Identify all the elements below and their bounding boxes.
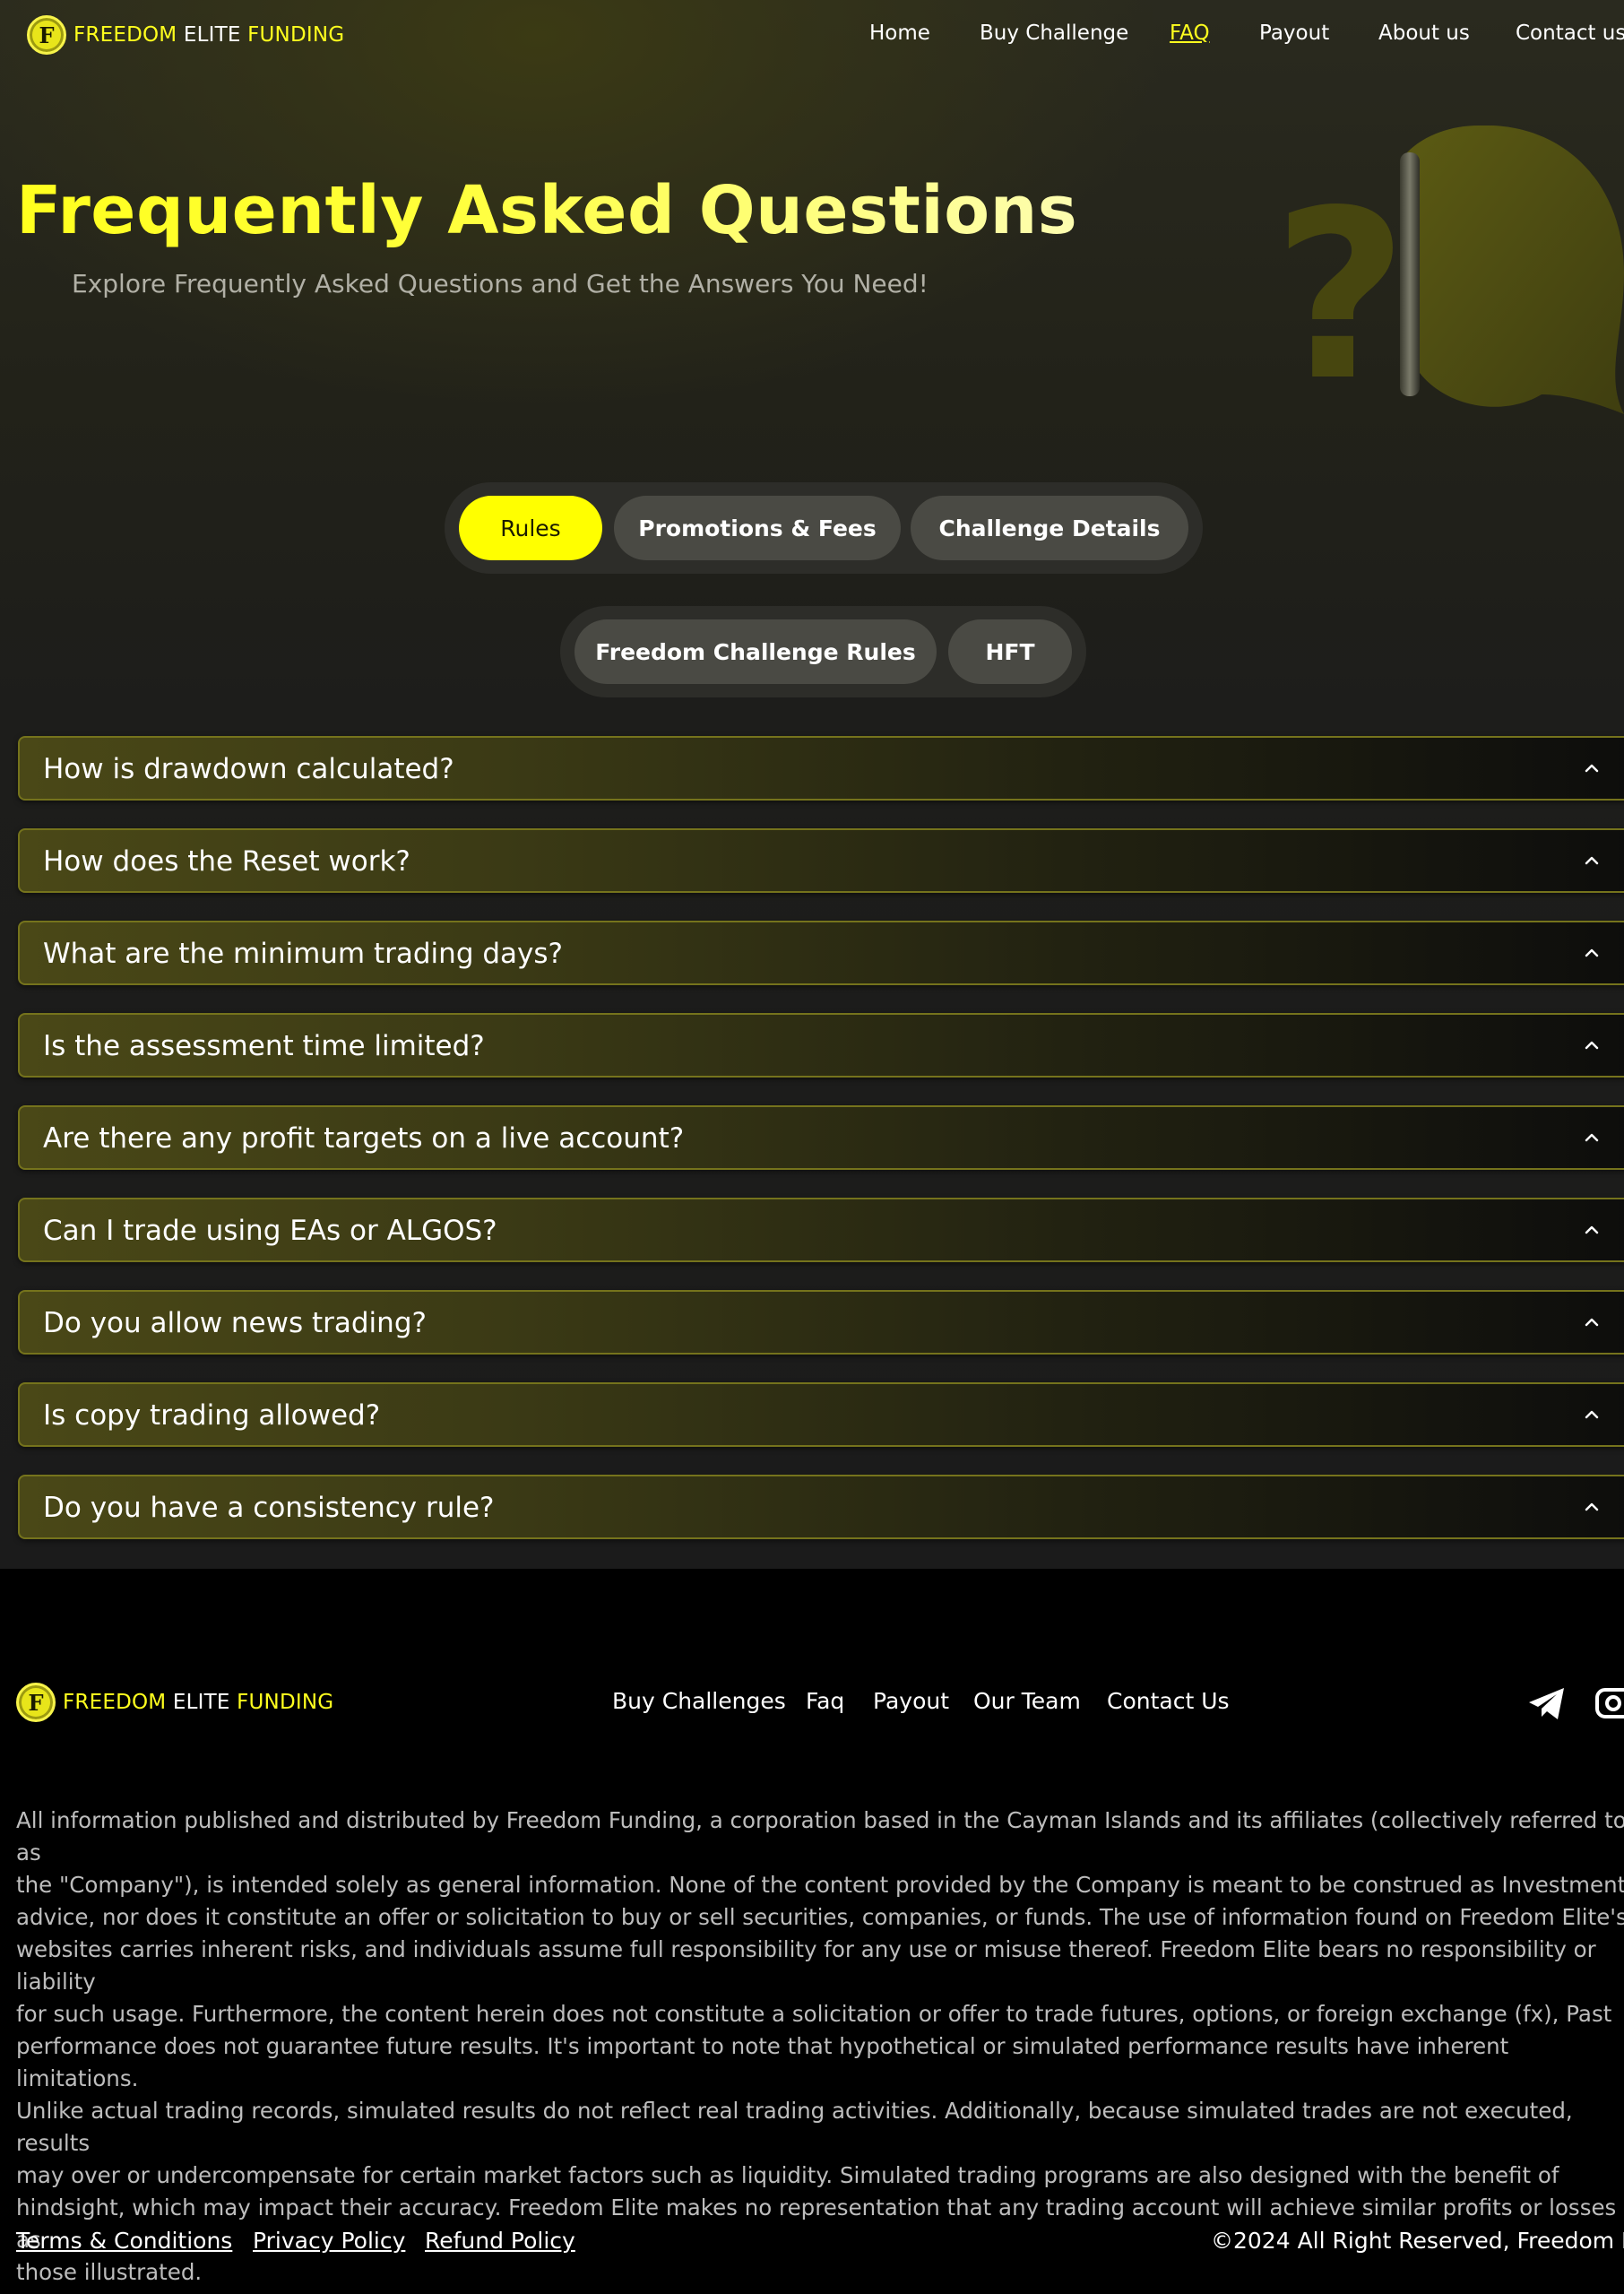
chevron-up-icon [1585,1318,1599,1327]
faq-question: Do you allow news trading? [43,1307,427,1339]
faq-question: Are there any profit targets on a live a… [43,1122,685,1155]
svg-text:?: ? [1273,161,1408,430]
brand-name: FREEDOM ELITE FUNDING [73,23,345,47]
legal-link-terms[interactable]: Terms & Conditions [16,2228,232,2254]
faq-item[interactable]: Can I trade using EAs or ALGOS? [18,1198,1624,1262]
chevron-up-icon [1585,764,1599,773]
tab-rules[interactable]: Rules [459,496,602,560]
page-title: Frequently Asked Questions [16,172,1078,249]
page-subtitle: Explore Frequently Asked Questions and G… [72,269,929,299]
tab-promotions-fees[interactable]: Promotions & Fees [614,496,901,560]
faq-item[interactable]: How does the Reset work? [18,828,1624,893]
nav-faq[interactable]: FAQ [1170,22,1210,45]
chevron-up-icon [1585,1410,1599,1419]
faq-item[interactable]: Do you have a consistency rule? [18,1475,1624,1539]
footer-link-payout[interactable]: Payout [873,1688,949,1714]
chevron-up-icon [1585,856,1599,865]
footer-link-buy-challenges[interactable]: Buy Challenges [612,1688,786,1714]
footer-brand-name: FREEDOM ELITE FUNDING [63,1691,334,1714]
instagram-icon[interactable] [1595,1684,1624,1723]
question-bubble-icon: ? [1273,126,1624,430]
footer-link-our-team[interactable]: Our Team [973,1688,1081,1714]
tab-freedom-challenge-rules[interactable]: Freedom Challenge Rules [574,619,937,684]
legal-link-privacy[interactable]: Privacy Policy [253,2228,405,2254]
footer-link-contact-us[interactable]: Contact Us [1107,1688,1230,1714]
faq-item[interactable]: Is copy trading allowed? [18,1382,1624,1447]
faq-item[interactable]: Is the assessment time limited? [18,1013,1624,1078]
secondary-tabbar: Freedom Challenge Rules HFT [560,606,1086,697]
faq-item[interactable]: Do you allow news trading? [18,1290,1624,1355]
nav-home[interactable]: Home [869,22,930,45]
copyright-text: ©2024 All Right Reserved, Freedom Elite [1211,2228,1624,2254]
faq-question: How does the Reset work? [43,845,410,878]
faq-question: Do you have a consistency rule? [43,1492,495,1524]
nav-about-us[interactable]: About us [1378,22,1470,45]
main-section: F FREEDOM ELITE FUNDING Home Buy Challen… [0,0,1624,1569]
chevron-up-icon [1585,948,1599,957]
logo-coin-icon: F [27,15,66,55]
tab-hft[interactable]: HFT [948,619,1072,684]
chevron-up-icon [1585,1041,1599,1050]
faq-question: What are the minimum trading days? [43,938,563,970]
logo-coin-icon: F [16,1683,56,1722]
tab-challenge-details[interactable]: Challenge Details [911,496,1188,560]
telegram-icon[interactable] [1526,1684,1568,1723]
top-navbar: F FREEDOM ELITE FUNDING Home Buy Challen… [0,0,1624,72]
nav-contact-us[interactable]: Contact us [1516,22,1624,45]
nav-buy-challenge[interactable]: Buy Challenge [980,22,1128,45]
faq-question: Can I trade using EAs or ALGOS? [43,1215,497,1247]
chevron-up-icon [1585,1133,1599,1142]
footer-link-faq[interactable]: Faq [806,1688,844,1714]
faq-question: Is the assessment time limited? [43,1030,485,1062]
faq-item[interactable]: What are the minimum trading days? [18,921,1624,985]
brand-logo[interactable]: F FREEDOM ELITE FUNDING [27,15,344,55]
chevron-up-icon [1585,1225,1599,1234]
disclaimer-text: All information published and distribute… [16,1807,1624,2285]
faq-question: How is drawdown calculated? [43,753,454,785]
footer-brand-logo[interactable]: F FREEDOM ELITE FUNDING [16,1683,333,1722]
faq-question: Is copy trading allowed? [43,1399,381,1432]
legal-link-refund[interactable]: Refund Policy [425,2228,575,2254]
nav-payout[interactable]: Payout [1259,22,1329,45]
faq-item[interactable]: How is drawdown calculated? [18,736,1624,801]
faq-item[interactable]: Are there any profit targets on a live a… [18,1105,1624,1170]
primary-tabbar: Rules Promotions & Fees Challenge Detail… [445,482,1203,574]
chevron-up-icon [1585,1502,1599,1511]
